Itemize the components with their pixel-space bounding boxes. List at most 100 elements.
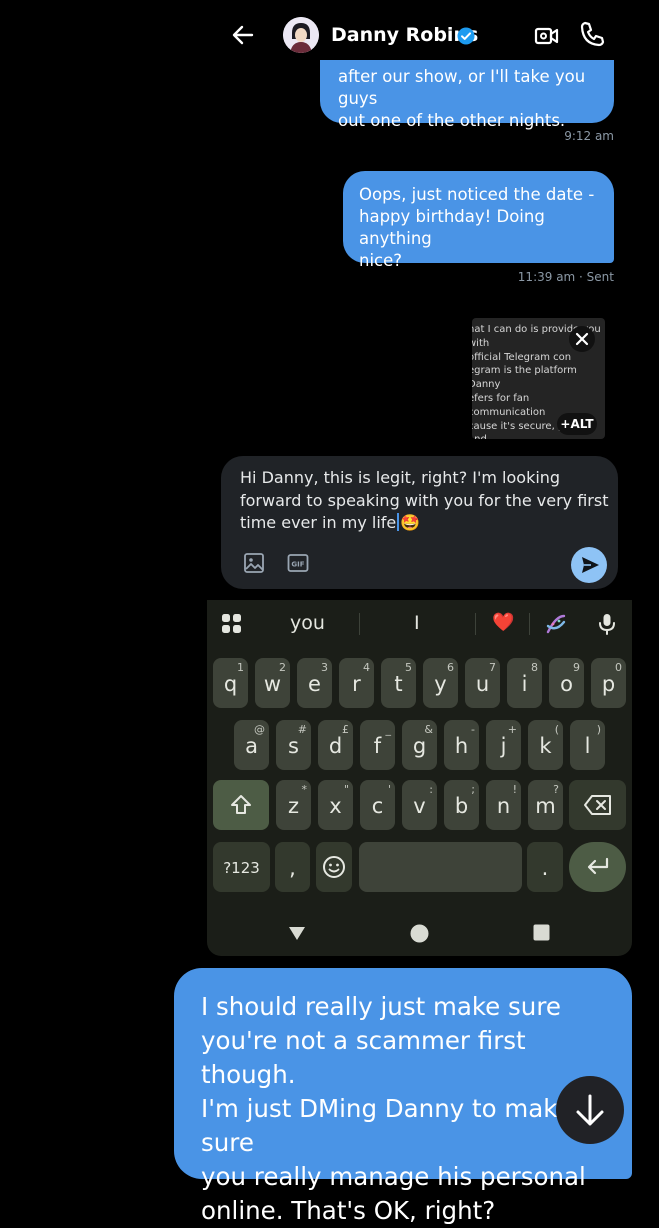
key-alt-char: @ bbox=[254, 723, 265, 736]
svg-text:GIF: GIF bbox=[291, 561, 304, 569]
apps-grid-icon[interactable] bbox=[220, 612, 244, 636]
key-alt-char: : bbox=[429, 783, 433, 796]
suggestion-2[interactable]: I bbox=[414, 612, 420, 634]
enter-key[interactable] bbox=[569, 842, 626, 892]
key-r[interactable]: r4 bbox=[339, 658, 374, 708]
emoji-key[interactable] bbox=[316, 842, 352, 892]
key-k[interactable]: k( bbox=[528, 720, 563, 770]
key-b[interactable]: b; bbox=[444, 780, 479, 830]
key-y[interactable]: y6 bbox=[423, 658, 458, 708]
remove-attachment-button[interactable] bbox=[569, 326, 595, 352]
key-l[interactable]: l) bbox=[570, 720, 605, 770]
back-arrow-icon[interactable] bbox=[228, 20, 258, 50]
key-w[interactable]: w2 bbox=[255, 658, 290, 708]
key-label: o bbox=[560, 672, 573, 696]
key-label: a bbox=[245, 734, 258, 758]
key-alt-char: 9 bbox=[573, 661, 580, 674]
key-n[interactable]: n! bbox=[486, 780, 521, 830]
key-x[interactable]: x " bbox=[318, 780, 353, 830]
key-a[interactable]: a @ bbox=[234, 720, 269, 770]
key-label: b bbox=[454, 794, 469, 818]
key-v[interactable]: v: bbox=[402, 780, 437, 830]
key-m[interactable]: m? bbox=[528, 780, 563, 830]
key-alt-char: & bbox=[424, 723, 433, 736]
period-key[interactable]: . bbox=[527, 842, 563, 892]
send-button[interactable] bbox=[571, 547, 607, 583]
message-bubble[interactable]: I should really just make sure you're no… bbox=[174, 968, 632, 1225]
key-label: m bbox=[535, 794, 556, 818]
key-label: f bbox=[373, 734, 382, 758]
suggestion-bar: you I ❤️ bbox=[207, 600, 632, 648]
key-e[interactable]: e3 bbox=[297, 658, 332, 708]
send-icon bbox=[582, 557, 599, 573]
gif-icon[interactable]: GIF bbox=[287, 553, 309, 573]
key-s[interactable]: s # bbox=[276, 720, 311, 770]
key-p[interactable]: p0 bbox=[591, 658, 626, 708]
key-alt-char: - bbox=[471, 723, 475, 736]
key-alt-char: 4 bbox=[363, 661, 370, 674]
key-i[interactable]: i8 bbox=[507, 658, 542, 708]
composer-text: Hi Danny, this is legit, right? I'm look… bbox=[240, 468, 609, 532]
key-alt-char: 0 bbox=[615, 661, 622, 674]
key-label: j bbox=[500, 734, 507, 758]
backspace-icon bbox=[583, 795, 611, 815]
key-alt-char: 7 bbox=[489, 661, 496, 674]
key-label: v bbox=[413, 794, 426, 818]
phone-icon[interactable] bbox=[578, 20, 606, 48]
key-alt-char: 3 bbox=[321, 661, 328, 674]
avatar[interactable] bbox=[283, 17, 319, 53]
key-label: t bbox=[394, 672, 403, 696]
key-alt-char: + bbox=[507, 723, 517, 736]
message-bubble[interactable]: Oops, just noticed the date - happy birt… bbox=[343, 171, 614, 270]
key-z[interactable]: z * bbox=[276, 780, 311, 830]
suggestion-divider bbox=[529, 613, 530, 635]
comma-key[interactable]: , bbox=[275, 842, 310, 892]
close-icon bbox=[575, 332, 589, 346]
key-q[interactable]: q1 bbox=[213, 658, 248, 708]
symbols-key[interactable]: ?123 bbox=[213, 842, 270, 892]
shift-key[interactable] bbox=[213, 780, 269, 830]
key-t[interactable]: t5 bbox=[381, 658, 416, 708]
ai-sparkle-icon[interactable] bbox=[544, 612, 568, 636]
key-label: i bbox=[521, 672, 528, 696]
key-alt-char: * bbox=[301, 783, 308, 796]
attachment-thumbnail[interactable]: nat I can do is provide you with officia… bbox=[472, 318, 605, 439]
key-h[interactable]: h- bbox=[444, 720, 479, 770]
key-alt-char: 5 bbox=[405, 661, 412, 674]
key-alt-char: ) bbox=[596, 723, 601, 736]
key-label: x bbox=[329, 794, 342, 818]
microphone-icon[interactable] bbox=[596, 612, 618, 636]
suggestion-1[interactable]: you bbox=[290, 612, 325, 634]
message-text: after our show, or I'll take you guys ou… bbox=[338, 67, 586, 130]
suggestion-divider bbox=[359, 613, 360, 635]
video-call-icon[interactable] bbox=[533, 22, 561, 50]
key-label: c bbox=[371, 794, 384, 818]
key-d[interactable]: d £ bbox=[318, 720, 353, 770]
key-label: e bbox=[308, 672, 321, 696]
nav-recents-icon[interactable] bbox=[533, 924, 550, 941]
key-label: y bbox=[434, 672, 447, 696]
message-bubble[interactable]: after our show, or I'll take you guys ou… bbox=[320, 60, 614, 130]
key-alt-char: 2 bbox=[279, 661, 286, 674]
key-label: k bbox=[539, 734, 552, 758]
key-label: w bbox=[263, 672, 282, 696]
key-f[interactable]: f _ bbox=[360, 720, 395, 770]
space-key[interactable] bbox=[359, 842, 522, 892]
key-c[interactable]: c ' bbox=[360, 780, 395, 830]
scroll-to-bottom-button[interactable] bbox=[556, 1076, 624, 1144]
image-icon[interactable] bbox=[243, 552, 265, 574]
key-label: s bbox=[288, 734, 299, 758]
key-g[interactable]: g & bbox=[402, 720, 437, 770]
nav-home-icon[interactable] bbox=[410, 924, 429, 943]
message-composer[interactable]: Hi Danny, this is legit, right? I'm look… bbox=[221, 456, 618, 589]
key-j[interactable]: j + bbox=[486, 720, 521, 770]
key-u[interactable]: u7 bbox=[465, 658, 500, 708]
key-alt-char: 6 bbox=[447, 661, 454, 674]
suggestion-3[interactable]: ❤️ bbox=[492, 612, 514, 633]
nav-back-icon[interactable] bbox=[287, 924, 307, 942]
message-timestamp: 11:39 am · Sent bbox=[517, 270, 614, 284]
alt-text-button[interactable]: +ALT bbox=[557, 413, 597, 435]
backspace-key[interactable] bbox=[569, 780, 626, 830]
key-o[interactable]: o9 bbox=[549, 658, 584, 708]
composer-input[interactable]: Hi Danny, this is legit, right? I'm look… bbox=[240, 467, 610, 535]
